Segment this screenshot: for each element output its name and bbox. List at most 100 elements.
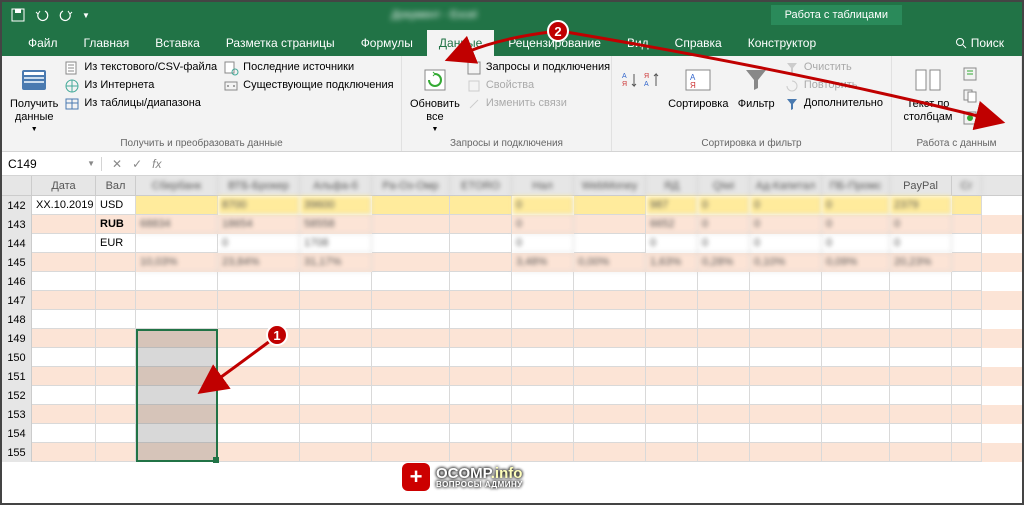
cell[interactable] [218,386,300,405]
row-header[interactable]: 144 [2,234,32,253]
cell[interactable]: 20,23% [890,253,952,272]
cell[interactable]: 3,48% [512,253,574,272]
cell[interactable] [300,329,372,348]
cell[interactable] [646,367,698,386]
cell[interactable] [952,386,982,405]
cell[interactable]: 6652 [646,215,698,234]
cell[interactable] [890,291,952,310]
cell[interactable] [32,310,96,329]
col-L[interactable]: Ад-Капитал [750,176,822,195]
row-header[interactable]: 154 [2,424,32,443]
cell[interactable] [750,367,822,386]
row-142[interactable]: 142XX.10.2019USD87003960009870002379 [2,196,1022,215]
cell[interactable] [32,348,96,367]
cell[interactable] [450,272,512,291]
row-155[interactable]: 155 [2,443,1022,462]
cell[interactable] [372,234,450,253]
cell[interactable] [890,405,952,424]
text-to-columns-button[interactable]: Текст по столбцам [900,60,956,124]
cell[interactable] [822,405,890,424]
cell[interactable]: 0 [698,215,750,234]
cell[interactable] [32,234,96,253]
from-csv-button[interactable]: Из текстового/CSV-файла [64,60,217,76]
row-header[interactable]: 147 [2,291,32,310]
cell[interactable] [96,272,136,291]
cell[interactable] [574,234,646,253]
cell[interactable]: 0 [750,234,822,253]
cell[interactable]: 0 [646,234,698,253]
cell[interactable] [450,234,512,253]
cell[interactable]: 0 [512,215,574,234]
properties-button[interactable]: Свойства [466,78,610,94]
cell[interactable] [372,443,450,462]
cell[interactable] [450,386,512,405]
cell[interactable]: 0,10% [750,253,822,272]
tab-layout[interactable]: Разметка страницы [214,30,347,56]
cancel-icon[interactable]: ✕ [112,157,122,171]
col-D[interactable]: ВТБ-Брокер [218,176,300,195]
cell[interactable]: 0 [512,234,574,253]
cell[interactable]: RUB [96,215,136,234]
cell[interactable] [750,443,822,462]
redo-icon[interactable] [58,7,74,23]
cell[interactable] [96,253,136,272]
row-147[interactable]: 147 [2,291,1022,310]
row-144[interactable]: 144EUR01708000000 [2,234,1022,253]
cell[interactable] [218,424,300,443]
cell[interactable] [952,253,982,272]
save-icon[interactable] [10,7,26,23]
cell[interactable] [96,310,136,329]
cell[interactable] [952,215,982,234]
cell[interactable] [750,348,822,367]
recent-sources-button[interactable]: Последние источники [223,60,393,76]
row-header[interactable]: 152 [2,386,32,405]
spreadsheet-grid[interactable]: Дата Вал Сбербанк ВТБ-Брокер Альфа-б Ра-… [2,176,1022,462]
cell[interactable] [646,310,698,329]
cell[interactable]: USD [96,196,136,215]
cell[interactable] [646,291,698,310]
cell[interactable] [372,196,450,215]
cell[interactable]: 0 [698,196,750,215]
cell[interactable]: 18654 [218,215,300,234]
search-box[interactable]: Поиск [937,36,1022,56]
cell[interactable]: 31,17% [300,253,372,272]
cell[interactable] [890,443,952,462]
row-143[interactable]: 143RUB688341865458558066520000 [2,215,1022,234]
cell[interactable] [450,443,512,462]
flash-fill-icon[interactable] [962,66,978,82]
cell[interactable] [512,424,574,443]
cell[interactable] [372,291,450,310]
row-153[interactable]: 153 [2,405,1022,424]
row-149[interactable]: 149 [2,329,1022,348]
cell[interactable] [646,329,698,348]
cell[interactable] [890,348,952,367]
advanced-button[interactable]: Дополнительно [784,96,883,112]
cell[interactable] [952,272,982,291]
cell[interactable] [450,310,512,329]
existing-connections-button[interactable]: Существующие подключения [223,78,393,94]
cell[interactable]: 0 [750,215,822,234]
cell[interactable] [698,348,750,367]
cell[interactable] [646,272,698,291]
cell[interactable]: 1,63% [646,253,698,272]
cell[interactable] [32,405,96,424]
cell[interactable] [450,215,512,234]
cell[interactable] [574,443,646,462]
cell[interactable] [300,424,372,443]
row-151[interactable]: 151 [2,367,1022,386]
cell[interactable] [372,405,450,424]
cell[interactable]: 0,09% [822,253,890,272]
cell[interactable]: XX.10.2019 [32,196,96,215]
row-146[interactable]: 146 [2,272,1022,291]
cell[interactable] [952,367,982,386]
row-header[interactable]: 145 [2,253,32,272]
cell[interactable] [32,386,96,405]
cell[interactable] [646,424,698,443]
cell[interactable]: 0,28% [698,253,750,272]
fx-icon[interactable]: fx [152,157,161,171]
cell[interactable]: 8700 [218,196,300,215]
cell[interactable] [512,405,574,424]
cell[interactable] [646,405,698,424]
cell[interactable] [698,329,750,348]
cell[interactable] [574,310,646,329]
